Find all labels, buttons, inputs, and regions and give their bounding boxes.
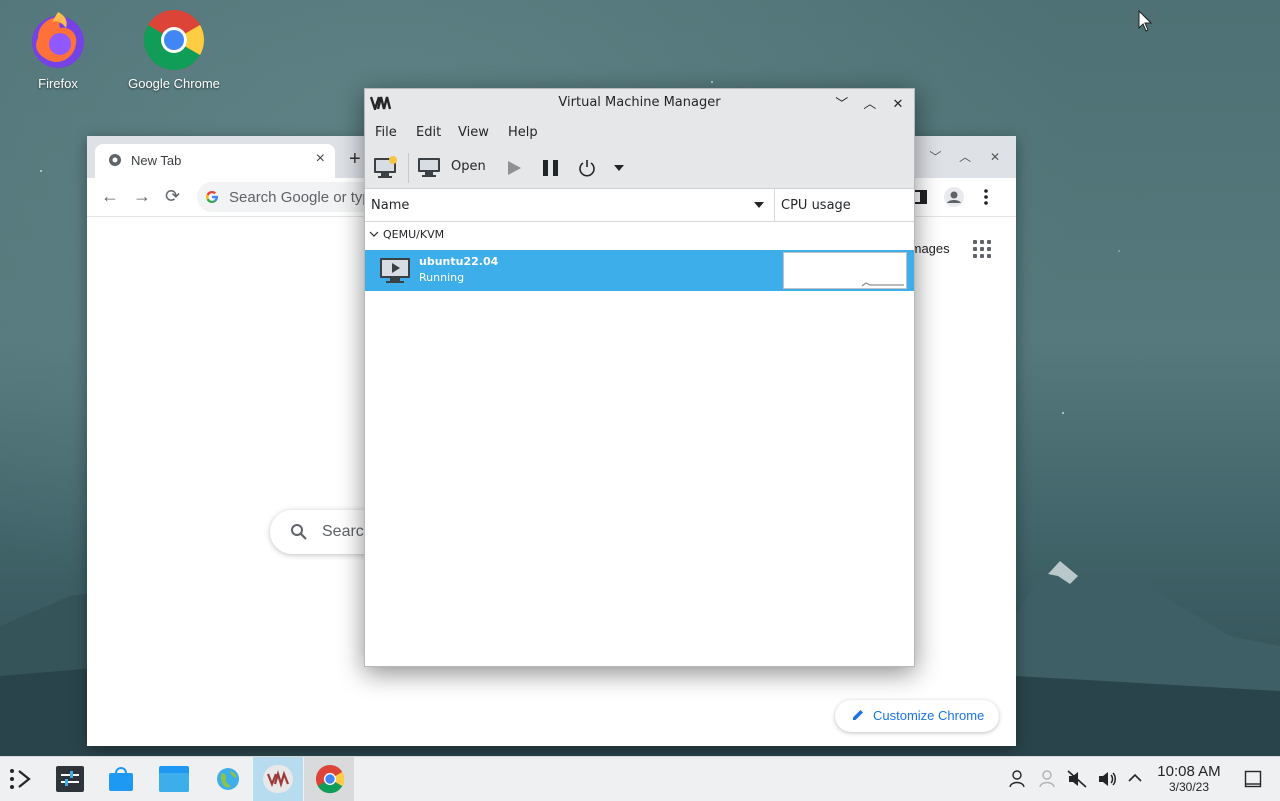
chevron-up-icon[interactable] — [1128, 773, 1142, 783]
chrome-toolbar-right — [904, 186, 1004, 212]
desktop-icon-firefox[interactable]: Firefox — [3, 8, 113, 91]
monitor-icon — [418, 158, 440, 177]
desktop-icon-google-chrome[interactable]: Google Chrome — [119, 8, 229, 91]
firefox-icon — [26, 8, 90, 72]
file-manager-icon[interactable] — [159, 766, 189, 792]
volume-icon[interactable] — [1097, 770, 1117, 788]
connection-group-qemu-kvm[interactable]: QEMU/KVM — [369, 228, 444, 241]
vm-name: ubuntu22.04 — [419, 255, 499, 268]
chrome-favicon-icon — [109, 154, 121, 166]
desktop: Firefox Google Chrome New Tab × + ﹀ ︿ ✕ … — [0, 0, 1280, 756]
vm-row-ubuntu[interactable]: ubuntu22.04 Running — [365, 250, 914, 291]
system-settings-icon[interactable] — [56, 766, 84, 792]
close-icon[interactable]: ✕ — [886, 97, 910, 112]
column-header-cpu-usage[interactable]: CPU usage — [781, 198, 851, 213]
google-apps-icon[interactable] — [973, 240, 991, 258]
pencil-icon — [853, 710, 863, 720]
taskbar: 10:08 AM 3/30/23 — [0, 756, 1280, 801]
microphone-muted-icon[interactable] — [1067, 770, 1087, 788]
vmm-titlebar[interactable]: Virtual Machine Manager ﹀ ︿ ✕ — [365, 89, 914, 117]
minimize-icon[interactable]: ﹀ — [922, 148, 948, 165]
desktop-icon-label: Firefox — [38, 76, 78, 91]
vm-status: Running — [419, 271, 465, 284]
desktop-icon-label: Google Chrome — [128, 76, 220, 91]
show-desktop-icon[interactable] — [1244, 770, 1262, 788]
kde-connect-icon[interactable] — [1038, 770, 1056, 788]
chevron-down-icon — [369, 231, 379, 237]
open-button[interactable]: Open — [417, 156, 489, 180]
google-g-icon — [206, 191, 218, 203]
star — [1062, 412, 1064, 414]
vmm-menubar: File Edit View Help — [365, 117, 914, 147]
toolbar-separator — [408, 153, 409, 183]
column-divider — [774, 189, 775, 221]
pause-icon[interactable] — [542, 160, 560, 176]
star — [711, 81, 713, 83]
maximize-icon[interactable]: ︿ — [858, 93, 882, 112]
mouse-cursor-icon — [1138, 9, 1153, 36]
customize-chrome-button[interactable]: Customize Chrome — [835, 700, 999, 732]
digital-clock[interactable]: 10:08 AM 3/30/23 — [1148, 763, 1230, 794]
open-button-label: Open — [451, 159, 486, 174]
taskbar-item-chrome[interactable] — [304, 757, 354, 801]
forward-icon[interactable]: → — [133, 186, 151, 207]
search-icon — [291, 524, 307, 540]
vm-running-icon — [380, 258, 410, 283]
back-icon[interactable]: ← — [101, 186, 119, 207]
clock-time: 10:08 AM — [1157, 763, 1221, 780]
user-icon[interactable] — [1008, 770, 1026, 788]
menu-help[interactable]: Help — [508, 125, 538, 140]
connection-label: QEMU/KVM — [383, 228, 445, 241]
column-header-name[interactable]: Name — [371, 198, 409, 213]
network-browser-icon[interactable] — [214, 765, 242, 793]
close-tab-icon[interactable]: × — [316, 150, 325, 168]
star — [1118, 250, 1120, 252]
menu-edit[interactable]: Edit — [416, 125, 441, 140]
chrome-tab-new-tab[interactable]: New Tab × — [95, 144, 335, 178]
sort-chevron-down-icon[interactable] — [753, 201, 765, 209]
maximize-icon[interactable]: ︿ — [952, 148, 978, 165]
discover-store-icon[interactable] — [108, 765, 134, 793]
star — [40, 170, 42, 172]
virt-manager-window: Virtual Machine Manager ﹀ ︿ ✕ File Edit … — [364, 88, 915, 667]
chrome-icon — [315, 764, 345, 794]
new-vm-button[interactable] — [373, 155, 399, 183]
reload-icon[interactable]: ⟳ — [165, 186, 180, 207]
menu-file[interactable]: File — [375, 125, 397, 140]
close-icon[interactable]: ✕ — [982, 150, 1008, 164]
chrome-icon — [142, 8, 206, 72]
new-vm-icon — [374, 156, 397, 178]
tab-title: New Tab — [131, 153, 182, 168]
cpu-sparkline — [861, 282, 904, 287]
vmm-toolbar: Open — [365, 147, 914, 189]
shutdown-menu-chevron-down-icon[interactable] — [613, 164, 625, 172]
vmm-window-controls: ﹀ ︿ ✕ — [830, 93, 910, 112]
vm-list-header: Name CPU usage — [365, 189, 914, 222]
new-tab-icon[interactable]: + — [349, 148, 361, 171]
run-icon[interactable] — [506, 160, 522, 176]
minimize-icon[interactable]: ﹀ — [830, 93, 854, 112]
taskbar-item-virt-manager[interactable] — [253, 757, 303, 801]
cpu-usage-graph — [783, 252, 907, 289]
application-launcher-icon[interactable] — [9, 768, 35, 790]
clock-date: 3/30/23 — [1168, 780, 1210, 794]
virt-manager-icon — [263, 765, 293, 793]
customize-chrome-label: Customize Chrome — [873, 708, 985, 723]
power-icon[interactable] — [578, 159, 596, 177]
menu-view[interactable]: View — [458, 125, 489, 140]
